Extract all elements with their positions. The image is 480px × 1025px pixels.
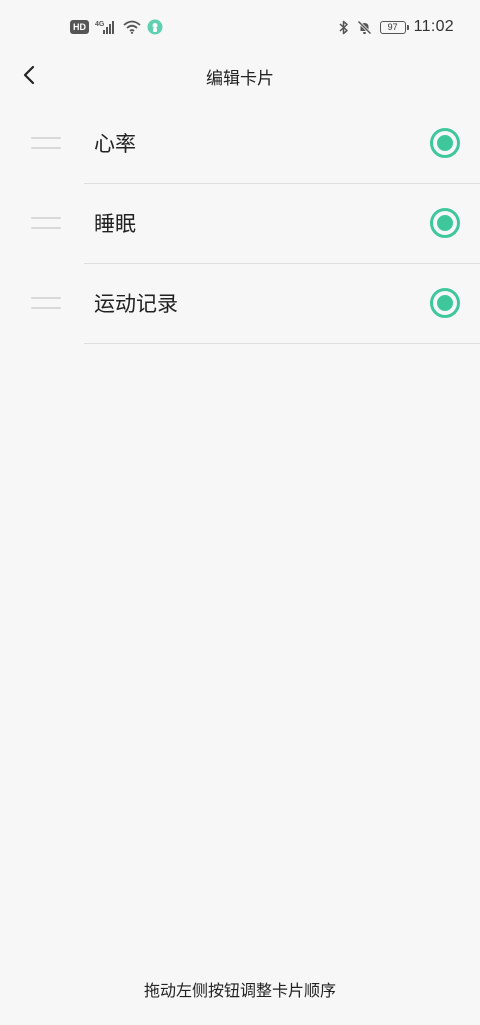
signal-icon: 4G <box>95 21 114 34</box>
battery-icon: 97 <box>379 20 409 34</box>
card-label: 心率 <box>94 132 136 156</box>
divider <box>84 343 480 344</box>
page-title: 编辑卡片 <box>206 69 274 89</box>
radio-selected-heart-rate[interactable] <box>430 128 460 158</box>
clock: 11:02 <box>413 18 454 35</box>
bluetooth-icon <box>339 20 348 34</box>
status-bar-right: 97 11:02 <box>339 16 454 38</box>
card-label: 睡眠 <box>94 212 136 236</box>
radio-selected-sleep[interactable] <box>430 208 460 238</box>
reorder-hint: 拖动左侧按钮调整卡片顺序 <box>143 981 336 1000</box>
header: 编辑卡片 <box>0 56 480 96</box>
list-item-heart-rate: 心率 <box>0 104 480 184</box>
radio-selected-workout-record[interactable] <box>430 288 460 318</box>
list-item-workout-record: 运动记录 <box>0 264 480 344</box>
wifi-icon <box>123 20 141 34</box>
status-bar-left: HD 4G <box>70 16 163 38</box>
svg-text:4G: 4G <box>95 21 105 28</box>
card-label: 运动记录 <box>94 292 178 316</box>
status-bar: HD 4G 97 11:02 <box>0 0 480 56</box>
list-item-sleep: 睡眠 <box>0 184 480 264</box>
app-notification-icon <box>147 19 163 35</box>
battery-level: 97 <box>387 22 398 32</box>
drag-handle-icon[interactable] <box>31 215 61 233</box>
card-list: 心率 睡眠 运动记录 <box>0 104 480 344</box>
mute-icon <box>357 19 372 35</box>
drag-handle-icon[interactable] <box>31 135 61 153</box>
drag-handle-icon[interactable] <box>31 295 61 313</box>
hd-icon: HD <box>70 20 89 34</box>
